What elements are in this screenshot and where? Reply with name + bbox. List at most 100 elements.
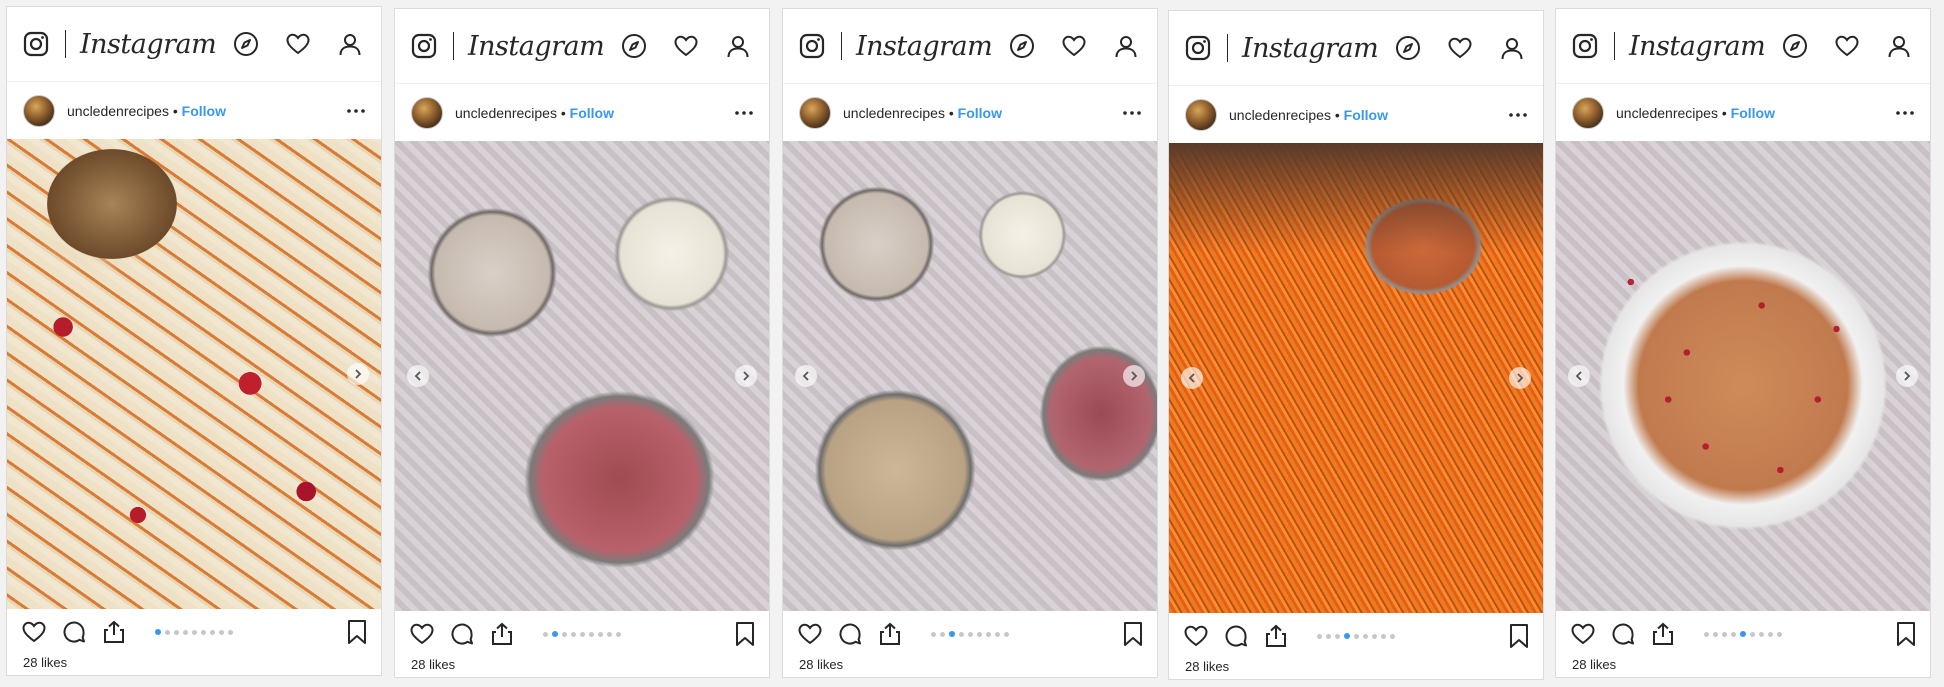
share-upload-icon[interactable]: [101, 619, 127, 645]
carousel-dot: [1731, 631, 1736, 637]
follow-button[interactable]: Follow: [570, 105, 614, 121]
heart-outline-icon[interactable]: [797, 621, 823, 647]
bookmark-icon[interactable]: [1121, 621, 1145, 647]
username[interactable]: uncledenrecipes: [1616, 105, 1718, 121]
avatar[interactable]: [411, 96, 443, 129]
post-photo[interactable]: [1556, 141, 1930, 611]
person-icon[interactable]: [725, 33, 751, 59]
like-count[interactable]: 28 likes: [1169, 659, 1543, 674]
ellipsis-icon[interactable]: [345, 100, 367, 122]
follow-button[interactable]: Follow: [1344, 107, 1388, 123]
person-icon[interactable]: [1499, 35, 1525, 61]
instagram-wordmark[interactable]: Instagram: [1242, 33, 1395, 64]
chevron-left-icon: [1575, 371, 1582, 381]
bookmark-icon[interactable]: [345, 619, 369, 645]
compass-icon[interactable]: [1395, 35, 1421, 61]
ellipsis-icon[interactable]: [733, 102, 755, 124]
prev-slide-button[interactable]: [1568, 365, 1590, 387]
post-photo[interactable]: [783, 141, 1157, 611]
like-count[interactable]: 28 likes: [395, 657, 769, 672]
carousel-dot-active: [1740, 631, 1746, 637]
instagram-wordmark[interactable]: Instagram: [856, 31, 1009, 62]
like-count[interactable]: 28 likes: [783, 657, 1157, 672]
post-photo[interactable]: [1169, 143, 1543, 613]
instagram-wordmark[interactable]: Instagram: [80, 29, 233, 60]
person-icon[interactable]: [337, 31, 363, 57]
like-count[interactable]: 28 likes: [1556, 657, 1930, 672]
follow-button[interactable]: Follow: [958, 105, 1002, 121]
heart-outline-icon[interactable]: [409, 621, 435, 647]
next-slide-button[interactable]: [1123, 365, 1145, 387]
bookmark-icon[interactable]: [1894, 621, 1918, 647]
carousel-dot: [959, 631, 964, 637]
heart-icon[interactable]: [1447, 35, 1473, 61]
carousel-dot: [986, 631, 991, 637]
comment-bubble-icon[interactable]: [1610, 621, 1636, 647]
header-divider: [65, 30, 66, 58]
ellipsis-icon[interactable]: [1894, 102, 1916, 124]
comment-bubble-icon[interactable]: [449, 621, 475, 647]
heart-icon[interactable]: [1834, 33, 1860, 59]
compass-icon[interactable]: [1009, 33, 1035, 59]
compass-icon[interactable]: [233, 31, 259, 57]
avatar[interactable]: [23, 94, 55, 127]
heart-icon[interactable]: [285, 31, 311, 57]
prev-slide-button[interactable]: [1181, 367, 1203, 389]
prev-slide-button[interactable]: [795, 365, 817, 387]
follow-button[interactable]: Follow: [1731, 105, 1775, 121]
heart-outline-icon[interactable]: [1570, 621, 1596, 647]
post-photo[interactable]: [7, 139, 381, 609]
next-slide-button[interactable]: [1509, 367, 1531, 389]
avatar[interactable]: [1185, 98, 1217, 131]
username[interactable]: uncledenrecipes: [843, 105, 945, 121]
header-divider: [453, 32, 454, 60]
chevron-right-icon: [1131, 371, 1138, 381]
instagram-camera-icon[interactable]: [1185, 35, 1211, 61]
like-count[interactable]: 28 likes: [7, 655, 381, 670]
heart-outline-icon[interactable]: [21, 619, 47, 645]
comment-bubble-icon[interactable]: [837, 621, 863, 647]
post-actions: [7, 609, 381, 655]
instagram-camera-icon[interactable]: [1572, 33, 1598, 59]
next-slide-button[interactable]: [347, 363, 369, 385]
username[interactable]: uncledenrecipes: [455, 105, 557, 121]
person-icon[interactable]: [1113, 33, 1139, 59]
avatar[interactable]: [1572, 96, 1604, 129]
comment-bubble-icon[interactable]: [1223, 623, 1249, 649]
comment-bubble-icon[interactable]: [61, 619, 87, 645]
carousel-dot: [562, 631, 567, 637]
heart-icon[interactable]: [1061, 33, 1087, 59]
share-upload-icon[interactable]: [1263, 623, 1289, 649]
prev-slide-button[interactable]: [407, 365, 429, 387]
compass-icon[interactable]: [621, 33, 647, 59]
username[interactable]: uncledenrecipes: [1229, 107, 1331, 123]
next-slide-button[interactable]: [735, 365, 757, 387]
carousel-dot: [977, 631, 982, 637]
follow-button[interactable]: Follow: [182, 103, 226, 119]
share-upload-icon[interactable]: [489, 621, 515, 647]
instagram-camera-icon[interactable]: [799, 33, 825, 59]
instagram-camera-icon[interactable]: [411, 33, 437, 59]
avatar[interactable]: [799, 96, 831, 129]
username[interactable]: uncledenrecipes: [67, 103, 169, 119]
next-slide-button[interactable]: [1896, 365, 1918, 387]
carousel-indicator: [931, 631, 1009, 637]
instagram-wordmark[interactable]: Instagram: [468, 31, 621, 62]
person-icon[interactable]: [1886, 33, 1912, 59]
bookmark-icon[interactable]: [1507, 623, 1531, 649]
heart-icon[interactable]: [673, 33, 699, 59]
instagram-wordmark[interactable]: Instagram: [1629, 31, 1782, 62]
carousel-dot: [1372, 633, 1377, 639]
app-header: Instagram: [1169, 11, 1543, 86]
carousel-indicator: [1317, 633, 1395, 639]
ellipsis-icon[interactable]: [1507, 104, 1529, 126]
heart-outline-icon[interactable]: [1183, 623, 1209, 649]
compass-icon[interactable]: [1782, 33, 1808, 59]
bookmark-icon[interactable]: [733, 621, 757, 647]
instagram-camera-icon[interactable]: [23, 31, 49, 57]
post-header: uncledenrecipes • Follow: [1169, 86, 1543, 143]
ellipsis-icon[interactable]: [1121, 102, 1143, 124]
post-photo[interactable]: [395, 141, 769, 611]
share-upload-icon[interactable]: [877, 621, 903, 647]
share-upload-icon[interactable]: [1650, 621, 1676, 647]
